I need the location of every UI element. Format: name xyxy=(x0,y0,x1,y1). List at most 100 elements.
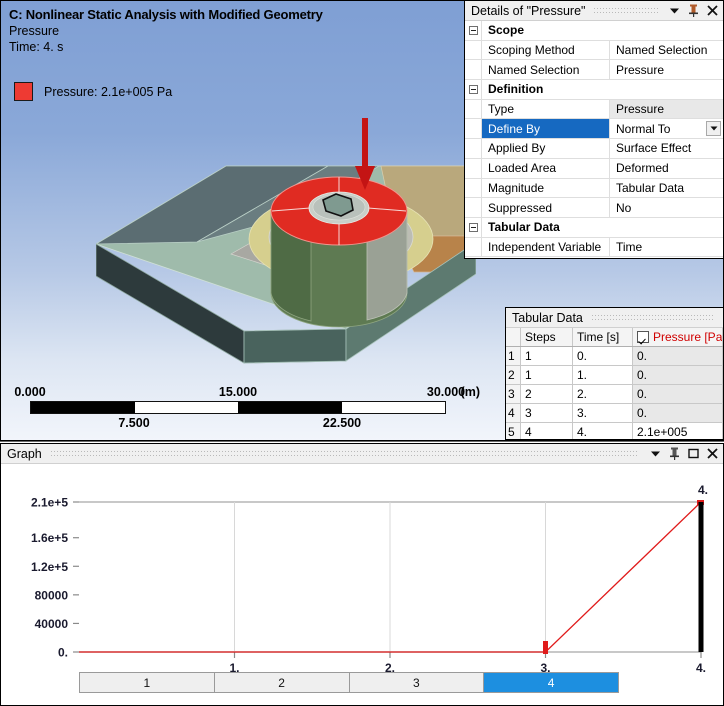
details-row-value-cell[interactable]: Deformed xyxy=(610,159,723,178)
pin-icon[interactable] xyxy=(686,3,701,18)
details-row[interactable]: Loaded Area Deformed xyxy=(465,158,723,179)
row-gutter xyxy=(465,40,482,60)
details-row-value-cell[interactable]: Named Selection xyxy=(610,41,723,60)
collapse-icon[interactable] xyxy=(468,222,478,232)
row-gutter xyxy=(465,119,482,139)
details-row[interactable]: Type Pressure xyxy=(465,99,723,120)
table-row[interactable]: 2 1 1. 0. xyxy=(506,365,723,385)
collapse-icon[interactable] xyxy=(468,25,478,35)
details-row-value: Deformed xyxy=(616,161,669,176)
close-icon[interactable] xyxy=(705,446,720,461)
titlebar-grip xyxy=(594,7,658,14)
cell-time[interactable]: 2. xyxy=(572,384,633,404)
details-row[interactable]: Named Selection Pressure xyxy=(465,60,723,81)
time-marker-bar xyxy=(698,502,704,652)
tabular-data-panel[interactable]: Tabular Data Steps Time [s] Pressure [Pa… xyxy=(505,307,724,440)
details-row-value: Time xyxy=(616,239,643,254)
3d-model-render[interactable] xyxy=(96,104,476,394)
details-row-key: Named Selection xyxy=(482,60,610,80)
details-row-value: Normal To xyxy=(616,121,671,136)
cell-steps[interactable]: 1 xyxy=(520,365,573,385)
cell-pressure[interactable]: 2.1e+005 xyxy=(632,422,723,439)
scale-label-7-5: 7.500 xyxy=(118,416,150,430)
details-row-key: Suppressed xyxy=(482,198,610,217)
details-rows: Scope Scoping Method Named Selection Named … xyxy=(465,21,723,258)
tabular-data-grid[interactable]: Steps Time [s] Pressure [Pa] 1 1 0. 0. 2 1 1. 0… xyxy=(506,328,723,439)
scale-bar: 0.000 15.000 30.000 (m) 7.500 22.500 xyxy=(14,385,480,430)
column-header-index[interactable] xyxy=(506,328,521,347)
cell-steps[interactable]: 2 xyxy=(520,384,573,404)
step-segment-3[interactable]: 3 xyxy=(349,673,485,692)
group-expander-cell[interactable] xyxy=(465,80,482,99)
details-group-header[interactable]: Tabular Data xyxy=(465,217,723,238)
step-segment-1[interactable]: 1 xyxy=(80,673,215,692)
details-row[interactable]: Independent Variable Time xyxy=(465,237,723,258)
details-row[interactable]: Magnitude Tabular Data xyxy=(465,178,723,199)
cell-pressure[interactable]: 0. xyxy=(632,346,723,366)
group-expander-cell[interactable] xyxy=(465,21,482,40)
details-panel[interactable]: Details of "Pressure" Scope Scoping Metho… xyxy=(464,0,724,259)
details-row-value-cell[interactable]: No xyxy=(610,198,723,217)
details-row-key: Independent Variable xyxy=(482,237,610,257)
graph-panel[interactable]: Graph 0. 40000 80000 1.2e+5 1.6e+5 2.1e+5 1. 2.… xyxy=(0,443,724,706)
row-gutter xyxy=(465,198,482,217)
details-row-value-cell[interactable]: Surface Effect xyxy=(610,139,723,158)
details-row-key: Applied By xyxy=(482,139,610,158)
table-row[interactable]: 3 2 2. 0. xyxy=(506,384,723,404)
details-row-key: Define By xyxy=(482,119,610,139)
chevron-down-icon[interactable] xyxy=(648,446,663,461)
details-row-value-cell[interactable]: Pressure xyxy=(610,99,723,119)
cell-time[interactable]: 4. xyxy=(572,422,633,439)
table-row[interactable]: 4 3 3. 0. xyxy=(506,403,723,423)
details-row[interactable]: Define By Normal To xyxy=(465,119,723,140)
step-selector-bar[interactable]: 1234 xyxy=(79,672,619,693)
column-header-pressure[interactable]: Pressure [Pa] xyxy=(632,328,723,347)
cell-pressure[interactable]: 0. xyxy=(632,403,723,423)
details-row[interactable]: Scoping Method Named Selection xyxy=(465,40,723,61)
details-row-key: Type xyxy=(482,99,610,119)
chevron-down-icon[interactable] xyxy=(667,3,682,18)
analysis-title: C: Nonlinear Static Analysis with Modifi… xyxy=(9,7,323,22)
column-header-time[interactable]: Time [s] xyxy=(572,328,633,347)
details-row-value-cell[interactable]: Tabular Data xyxy=(610,179,723,198)
pin-icon[interactable] xyxy=(667,446,682,461)
cell-steps[interactable]: 1 xyxy=(520,346,573,366)
graph-panel-titlebar: Graph xyxy=(1,444,723,464)
column-header-steps[interactable]: Steps xyxy=(520,328,573,347)
cell-time[interactable]: 0. xyxy=(572,346,633,366)
cell-steps[interactable]: 4 xyxy=(520,422,573,439)
chevron-down-icon[interactable] xyxy=(706,120,721,136)
row-gutter xyxy=(465,99,482,119)
cell-steps[interactable]: 3 xyxy=(520,403,573,423)
y-tick-label: 2.1e+5 xyxy=(31,496,68,510)
step-segment-4[interactable]: 4 xyxy=(484,673,618,692)
details-group-title: Scope xyxy=(488,23,525,38)
table-row[interactable]: 1 1 0. 0. xyxy=(506,346,723,366)
graph-plot-area[interactable]: 0. 40000 80000 1.2e+5 1.6e+5 2.1e+5 1. 2. 3. 4. 4.… xyxy=(1,464,723,705)
pressure-column-checkbox[interactable] xyxy=(637,331,649,343)
table-row[interactable]: 5 4 4. 2.1e+005 xyxy=(506,422,723,439)
cell-time[interactable]: 3. xyxy=(572,403,633,423)
cell-pressure[interactable]: 0. xyxy=(632,365,723,385)
maximize-icon[interactable] xyxy=(686,446,701,461)
step-segment-2[interactable]: 2 xyxy=(214,673,350,692)
details-row[interactable]: Applied By Surface Effect xyxy=(465,139,723,159)
collapse-icon[interactable] xyxy=(468,84,478,94)
details-row[interactable]: Suppressed No xyxy=(465,198,723,218)
details-group-header[interactable]: Definition xyxy=(465,80,723,100)
scale-label-15: 15.000 xyxy=(218,385,258,399)
row-index: 2 xyxy=(506,365,521,385)
group-expander-cell[interactable] xyxy=(465,217,482,237)
details-row-value-cell[interactable]: Normal To xyxy=(610,119,723,138)
details-row-value-cell[interactable]: Pressure xyxy=(610,60,723,79)
details-row-value-cell[interactable]: Time xyxy=(610,238,723,257)
details-panel-titlebar: Details of "Pressure" xyxy=(465,1,723,21)
close-icon[interactable] xyxy=(705,3,720,18)
y-tick-label: 40000 xyxy=(35,617,69,631)
row-gutter xyxy=(465,178,482,198)
details-group-header[interactable]: Scope xyxy=(465,21,723,41)
cell-pressure[interactable]: 0. xyxy=(632,384,723,404)
cell-time[interactable]: 1. xyxy=(572,365,633,385)
y-tick-label: 1.2e+5 xyxy=(31,560,68,574)
row-index: 5 xyxy=(506,422,521,439)
